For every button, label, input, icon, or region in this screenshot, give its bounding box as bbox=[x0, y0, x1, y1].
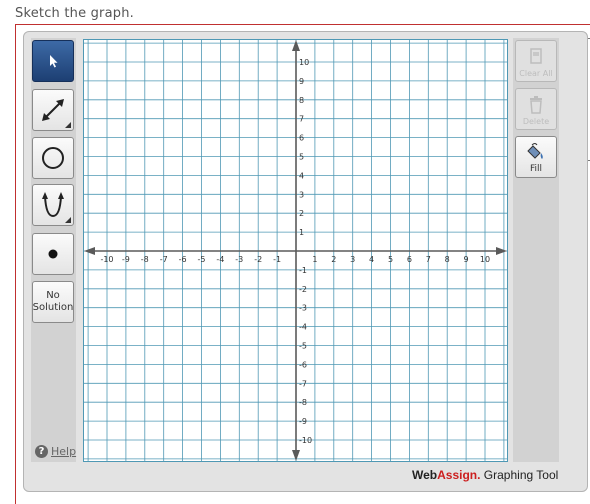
y-tick-label: -8 bbox=[299, 398, 307, 407]
x-tick-label: -4 bbox=[216, 255, 224, 264]
y-tick-label: 10 bbox=[299, 58, 309, 67]
x-tick-label: 8 bbox=[445, 255, 450, 264]
help-label: Help bbox=[51, 445, 77, 458]
y-tick-label: -7 bbox=[299, 379, 307, 388]
x-tick-label: -3 bbox=[235, 255, 243, 264]
y-tick-label: 1 bbox=[299, 228, 304, 237]
x-tick-label: -10 bbox=[100, 255, 113, 264]
x-tick-label: -1 bbox=[273, 255, 281, 264]
point-icon bbox=[48, 249, 58, 259]
fill-label: Fill bbox=[529, 164, 543, 174]
no-solution-label-line1: No bbox=[46, 290, 60, 301]
help-icon: ? bbox=[35, 445, 48, 458]
y-tick-label: -6 bbox=[299, 360, 307, 369]
x-tick-label: 7 bbox=[426, 255, 431, 264]
paint-bucket-icon bbox=[527, 143, 543, 159]
y-tick-label: 4 bbox=[299, 171, 304, 180]
x-tick-label: 1 bbox=[312, 255, 317, 264]
y-tick-label: -1 bbox=[299, 266, 307, 275]
y-tick-label: 2 bbox=[299, 209, 304, 218]
clear-all-icon bbox=[530, 48, 542, 64]
tool-options-indicator bbox=[65, 122, 71, 128]
graph-area[interactable]: -10 -9 -8 -7 -6 -5 -4 -3 -2 -1 1 2 3 4 5 6 7 8 9 10 10 9 8 7 6 5 4… bbox=[83, 39, 508, 466]
y-tick-label: -4 bbox=[299, 323, 307, 332]
x-tick-label: 4 bbox=[369, 255, 374, 264]
y-tick-label: -10 bbox=[299, 436, 312, 445]
y-tick-label: -3 bbox=[299, 304, 307, 313]
x-tick-label: -8 bbox=[141, 255, 149, 264]
parabola-icon bbox=[42, 192, 64, 218]
x-tick-label: 9 bbox=[464, 255, 469, 264]
help-link[interactable]: ? Help bbox=[35, 445, 76, 458]
webassign-branding: WebAssign. Graphing Tool bbox=[412, 468, 558, 482]
brand-assign: Assign. bbox=[437, 468, 481, 482]
x-tick-label: 3 bbox=[350, 255, 355, 264]
x-tick-label: -9 bbox=[122, 255, 130, 264]
trash-icon bbox=[530, 96, 542, 114]
fill-button[interactable]: Fill bbox=[515, 136, 557, 178]
x-tick-label: 6 bbox=[407, 255, 412, 264]
delete-label: Delete bbox=[522, 117, 550, 126]
delete-button[interactable]: Delete bbox=[515, 88, 557, 130]
tool-options-indicator bbox=[65, 217, 71, 223]
y-tick-label: -2 bbox=[299, 285, 307, 294]
no-solution-label-line2: Solution bbox=[32, 302, 74, 313]
brand-web: Web bbox=[412, 468, 438, 482]
line-tool-button[interactable] bbox=[32, 89, 74, 131]
select-tool-button[interactable] bbox=[32, 40, 74, 82]
x-tick-label: -5 bbox=[198, 255, 206, 264]
x-tick-label: -7 bbox=[160, 255, 168, 264]
y-tick-label: 9 bbox=[299, 77, 304, 86]
clear-all-label: Clear All bbox=[519, 69, 553, 78]
x-tick-label: 5 bbox=[388, 255, 393, 264]
x-tick-label: 10 bbox=[480, 255, 490, 264]
circle-icon bbox=[42, 147, 64, 169]
no-solution-button[interactable]: No Solution bbox=[32, 281, 74, 323]
y-tick-label: 3 bbox=[299, 190, 304, 199]
y-tick-label: 8 bbox=[299, 96, 304, 105]
parabola-tool-button[interactable] bbox=[32, 184, 74, 226]
circle-tool-button[interactable] bbox=[32, 137, 74, 179]
question-prompt: Sketch the graph. bbox=[15, 6, 134, 21]
y-tick-label: 5 bbox=[299, 153, 304, 162]
line-segment-icon bbox=[42, 99, 64, 121]
arrow-pointer-icon bbox=[50, 55, 58, 68]
y-tick-label: 6 bbox=[299, 134, 304, 143]
y-tick-label: 7 bbox=[299, 115, 304, 124]
coordinate-plane[interactable]: -10 -9 -8 -7 -6 -5 -4 -3 -2 -1 1 2 3 4 5 6 7 8 9 10 10 9 8 7 6 5 4… bbox=[83, 39, 508, 462]
x-tick-label: 2 bbox=[331, 255, 336, 264]
x-tick-label: -2 bbox=[254, 255, 262, 264]
point-tool-button[interactable] bbox=[32, 233, 74, 275]
clear-all-button[interactable]: Clear All bbox=[515, 40, 557, 82]
x-tick-label: -6 bbox=[179, 255, 187, 264]
y-tick-label: -9 bbox=[299, 417, 307, 426]
y-tick-label: -5 bbox=[299, 342, 307, 351]
brand-tail: Graphing Tool bbox=[480, 468, 559, 482]
